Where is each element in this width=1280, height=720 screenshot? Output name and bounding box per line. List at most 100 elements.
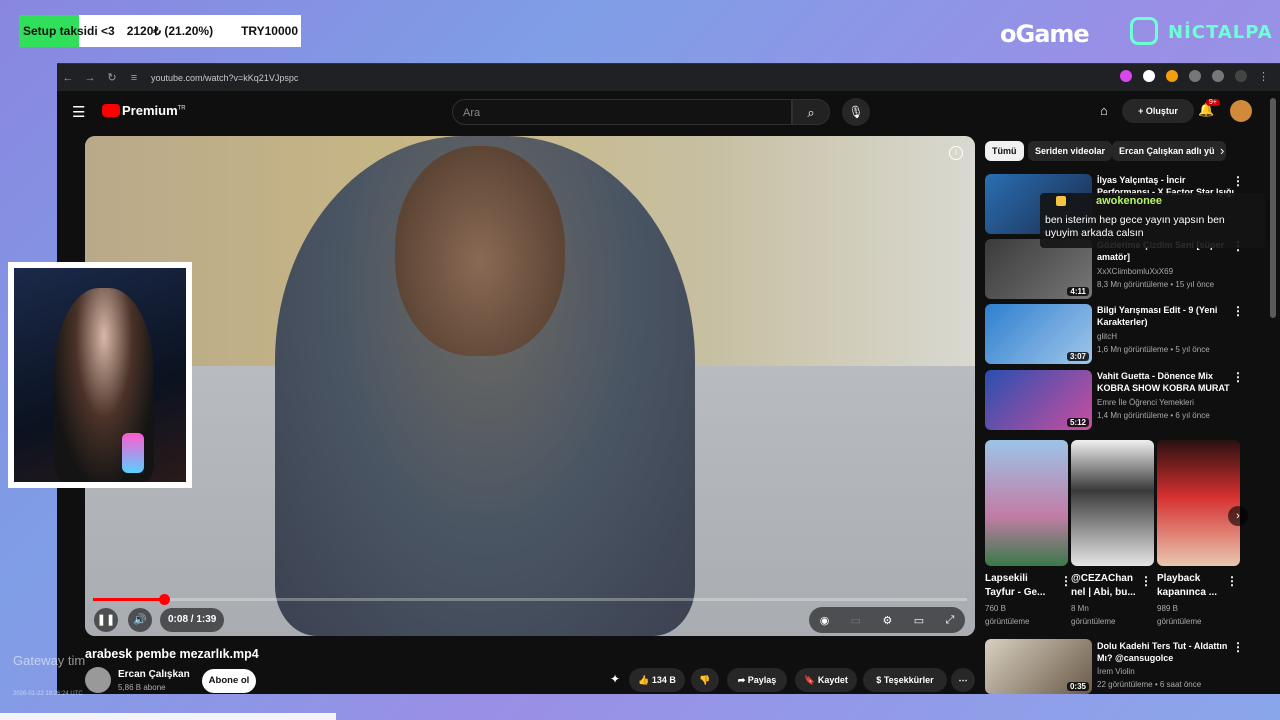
forward-icon[interactable]: →: [79, 72, 101, 84]
reload-icon[interactable]: ↻: [101, 71, 123, 84]
save-label: Kaydet: [817, 675, 848, 685]
thanks-button[interactable]: $ Teşekkürler: [863, 668, 947, 692]
remix-icon[interactable]: ✦: [610, 672, 620, 686]
more-icon[interactable]: ⋮: [1140, 574, 1152, 588]
youtube-premium-logo[interactable]: PremiumTR: [122, 103, 186, 118]
more-actions-button[interactable]: ⋯: [951, 668, 975, 692]
related-thumbnail[interactable]: 4:11: [985, 239, 1092, 299]
short-thumbnail[interactable]: [985, 440, 1068, 566]
video-title: arabesk pembe mezarlık.mp4: [85, 647, 259, 661]
bottom-bar: [0, 713, 336, 720]
short-views: 989 B görüntüleme: [1157, 602, 1201, 628]
search-button[interactable]: ⌕: [792, 99, 830, 125]
theater-icon[interactable]: ▭: [914, 614, 924, 627]
search-input[interactable]: Ara: [452, 99, 792, 125]
related-channel[interactable]: glitcH: [1097, 332, 1117, 341]
extension-icon[interactable]: [1143, 70, 1155, 82]
extension-icon[interactable]: [1120, 70, 1132, 82]
related-thumbnail[interactable]: 5:12: [985, 370, 1092, 430]
youtube-header: ☰ PremiumTR Ara ⌕ 🎙 ⌂ + Oluştur 🔔 9+: [57, 91, 1280, 131]
more-icon[interactable]: ⋮: [1232, 304, 1244, 318]
youtube-logo-icon[interactable]: [102, 104, 120, 117]
short-views: 760 B görüntüleme: [985, 602, 1029, 628]
goal-title: Setup taksidi <3: [23, 24, 115, 38]
short-views-line: 989 B: [1157, 604, 1178, 613]
settings-icon[interactable]: ⚙: [882, 614, 892, 627]
avatar[interactable]: [1230, 100, 1252, 122]
related-meta: 22 görüntüleme • 6 saat önce: [1097, 680, 1202, 689]
dislike-button[interactable]: 👎: [691, 668, 719, 692]
volume-icon: 🔊: [133, 614, 147, 626]
related-channel[interactable]: Emre İle Öğrenci Yemekleri: [1097, 398, 1194, 407]
short-thumbnail[interactable]: [1157, 440, 1240, 566]
puzzle-icon[interactable]: [1189, 70, 1201, 82]
chip-all[interactable]: Tümü: [985, 141, 1024, 161]
short-views: 8 Mn görüntüleme: [1071, 602, 1115, 628]
profile-icon[interactable]: [1235, 70, 1247, 82]
info-icon[interactable]: i: [949, 146, 963, 160]
duration-badge: 3:07: [1066, 352, 1089, 361]
duration-badge: 4:11: [1067, 287, 1089, 296]
autoplay-icon[interactable]: ◉: [820, 614, 830, 627]
channel-avatar[interactable]: [85, 667, 111, 693]
channel-name[interactable]: Ercan Çalışkan: [118, 669, 190, 680]
chevron-right-icon[interactable]: ›: [1220, 143, 1224, 158]
duration-badge: 0:35: [1066, 682, 1089, 691]
nictalpa-logo: NİCTALPA: [1168, 22, 1273, 43]
more-icon[interactable]: ⋮: [1232, 370, 1244, 384]
short-views-line: görüntüleme: [1157, 617, 1202, 626]
short-title[interactable]: Playback kapanınca ...: [1157, 572, 1227, 600]
related-channel[interactable]: İrem Violin: [1097, 667, 1135, 676]
chip-channel[interactable]: Ercan Çalışkan adlı yü: [1112, 141, 1226, 161]
like-button[interactable]: 👍 134 B: [629, 668, 685, 692]
seek-bar[interactable]: [93, 594, 967, 605]
save-button[interactable]: 🔖 Kaydet: [795, 668, 857, 692]
more-icon[interactable]: ⋮: [1226, 574, 1238, 588]
more-icon[interactable]: ⋮: [1232, 640, 1244, 654]
related-title[interactable]: Dolu Kadehi Ters Tut - Aldattın Mı? @can…: [1097, 640, 1237, 664]
chat-message-overlay: awokenonee ben isterim hep gece yayın ya…: [1040, 193, 1265, 248]
more-icon[interactable]: ⋮: [1258, 70, 1270, 83]
short-title[interactable]: Lapsekili Tayfur - Ge...: [985, 572, 1055, 600]
seek-handle[interactable]: [158, 594, 170, 605]
share-label: Paylaş: [747, 675, 777, 685]
video-player[interactable]: i ❚❚ 🔊 0:08 / 1:39 ◉ ▭ ⚙ ▭ ⤢: [85, 136, 975, 636]
address-bar[interactable]: youtube.com/watch?v=kKq21VJpspc: [151, 73, 298, 83]
search-icon: ⌕: [807, 105, 815, 120]
hamburger-icon[interactable]: ☰: [72, 103, 85, 121]
chip-series[interactable]: Seriden videolar: [1028, 141, 1113, 161]
related-title[interactable]: Vahit Guetta - Dönence Mix KOBRA SHOW KO…: [1097, 370, 1237, 394]
back-icon[interactable]: ←: [57, 72, 79, 84]
video-frame-head: [395, 146, 565, 356]
related-channel[interactable]: XxXCiimbomluXxX69: [1097, 267, 1173, 276]
short-thumbnail[interactable]: [1071, 440, 1154, 566]
shorts-next-button[interactable]: ›: [1228, 506, 1248, 526]
thanks-label: Teşekkürler: [883, 675, 934, 685]
subscribe-button[interactable]: Abone ol: [202, 669, 256, 693]
short-title[interactable]: @CEZAChan nel | Abi, bu...: [1071, 572, 1141, 600]
extensions-area: ⋮: [1120, 70, 1270, 83]
scrollbar[interactable]: [1270, 98, 1276, 318]
cast-icon[interactable]: ⌂: [1100, 103, 1108, 118]
create-button[interactable]: + Oluştur: [1122, 99, 1194, 123]
webcam-feed: [14, 268, 186, 482]
thumbs-down-icon: 👎: [699, 675, 711, 685]
volume-button[interactable]: 🔊: [128, 608, 152, 632]
subtitles-icon[interactable]: ▭: [851, 614, 861, 627]
webcam-frame: [8, 262, 192, 488]
site-info-icon[interactable]: ≡: [123, 72, 145, 84]
related-title[interactable]: Bilgi Yarışması Edit - 9 (Yeni Karakterl…: [1097, 304, 1237, 328]
more-icon[interactable]: ⋮: [1232, 174, 1244, 188]
share-button[interactable]: ➦ Paylaş: [727, 668, 787, 692]
related-thumbnail[interactable]: 3:07: [985, 304, 1092, 364]
mic-button[interactable]: 🎙: [842, 98, 870, 126]
nictalpa-logo-icon: [1130, 17, 1158, 45]
right-controls: ◉ ▭ ⚙ ▭ ⤢: [809, 607, 965, 633]
related-thumbnail[interactable]: 0:35: [985, 639, 1092, 694]
menu-icon[interactable]: [1212, 70, 1224, 82]
pause-button[interactable]: ❚❚: [94, 608, 118, 632]
duration-badge: 5:12: [1066, 418, 1089, 427]
extension-icon[interactable]: [1166, 70, 1178, 82]
logo-text: Premium: [122, 103, 178, 118]
fullscreen-icon[interactable]: ⤢: [945, 614, 954, 627]
